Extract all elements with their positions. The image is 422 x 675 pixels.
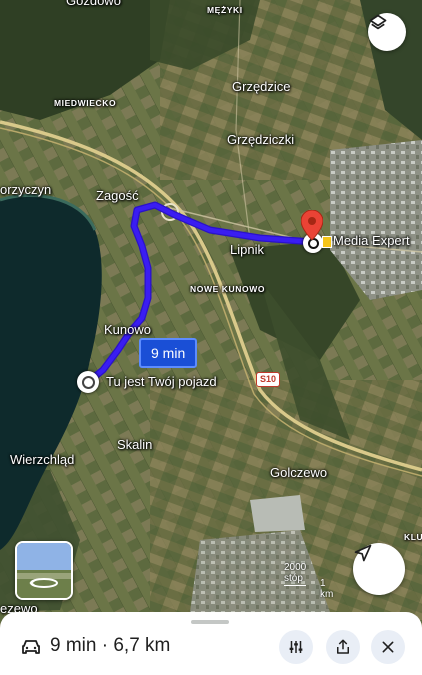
place-label-skalin: Skalin <box>117 437 153 452</box>
eta-badge[interactable]: 9 min <box>139 338 198 368</box>
satellite-map[interactable]: Gozdowo MĘŻYKI Grzędzice MIEDWIECKO Grzę… <box>0 0 422 675</box>
destination-label: Media Expert <box>333 233 410 248</box>
share-button[interactable] <box>326 630 360 664</box>
origin-label: Tu jest Twój pojazd <box>106 374 217 389</box>
scale-imperial: 2000 stóp <box>284 562 307 586</box>
close-icon <box>382 641 394 653</box>
road-badge-s10: S10 <box>256 372 281 387</box>
place-label-grzedziczki: Grzędziczki <box>227 132 295 147</box>
place-label-nowe-kunowo: NOWE KUNOWO <box>190 284 266 294</box>
place-label-gozdowo: Gozdowo <box>66 0 121 8</box>
place-label-klu: KLU <box>404 532 422 542</box>
close-button[interactable] <box>371 630 405 664</box>
layers-button[interactable] <box>368 13 406 51</box>
sheet-drag-handle[interactable] <box>191 620 229 624</box>
place-label-mezyki: MĘŻYKI <box>207 5 243 15</box>
origin-marker[interactable] <box>77 371 99 393</box>
origin-dot-icon <box>81 375 95 389</box>
route-options-button[interactable] <box>279 630 313 664</box>
place-label-grzedzice: Grzędzice <box>232 79 291 94</box>
car-icon <box>22 640 40 654</box>
destination-pin-icon[interactable] <box>301 210 323 240</box>
place-label-kunowo: Kunowo <box>104 322 151 337</box>
street-view-thumbnail[interactable] <box>15 541 73 600</box>
layers-icon <box>369 14 387 30</box>
place-label-golczewo: Golczewo <box>270 465 328 480</box>
tune-icon <box>289 641 303 653</box>
place-label-wierzchlad: Wierzchląd <box>10 452 75 467</box>
place-label-lipnik: Lipnik <box>230 242 264 257</box>
navigation-arrow-icon <box>354 544 372 562</box>
recenter-button[interactable] <box>353 543 405 595</box>
place-label-morzyczyn: orzyczyn <box>0 182 52 197</box>
place-label-zagosc: Zagość <box>96 188 139 203</box>
media-expert-logo-icon <box>322 236 332 248</box>
route-bottom-sheet[interactable]: 9 min · 6,7 km <box>0 612 422 675</box>
share-icon <box>337 639 349 654</box>
street-view-image <box>17 543 71 598</box>
scale-metric: 1 km <box>320 578 334 600</box>
route-summary: 9 min · 6,7 km <box>50 635 171 656</box>
place-label-miedwiecko: MIEDWIECKO <box>54 98 117 108</box>
